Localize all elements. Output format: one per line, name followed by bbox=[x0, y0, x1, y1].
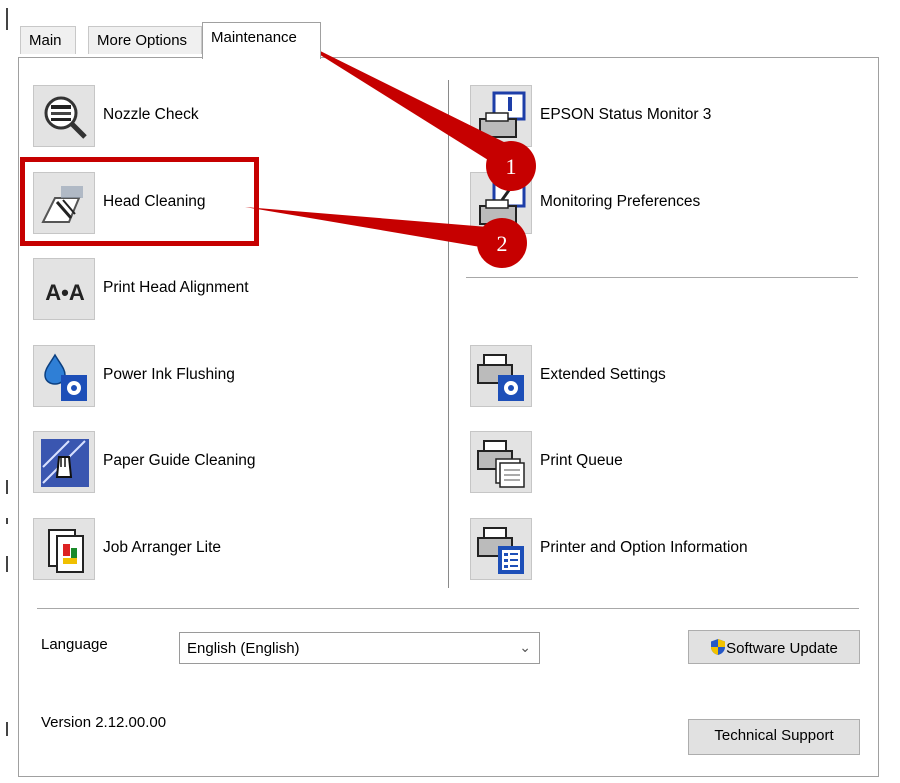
monitoring-preferences-label: Monitoring Preferences bbox=[540, 193, 701, 210]
power-ink-flushing-button[interactable]: Power Ink Flushing bbox=[33, 345, 433, 407]
job-arranger-icon bbox=[33, 518, 95, 580]
job-arranger-lite-button[interactable]: Job Arranger Lite bbox=[33, 518, 433, 580]
tab-more-options[interactable]: More Options bbox=[88, 26, 202, 54]
printer-option-information-label: Printer and Option Information bbox=[540, 539, 748, 556]
software-update-label: Software Update bbox=[726, 640, 838, 657]
column-divider bbox=[448, 80, 449, 588]
epson-status-monitor-button[interactable]: EPSON Status Monitor 3 bbox=[470, 85, 870, 147]
chevron-down-icon: ⌄ bbox=[519, 639, 531, 655]
status-monitor-icon bbox=[470, 85, 532, 147]
print-queue-button[interactable]: Print Queue bbox=[470, 431, 870, 493]
shield-icon bbox=[711, 639, 726, 655]
version-text: Version 2.12.00.00 bbox=[41, 714, 167, 731]
printer-info-icon bbox=[470, 518, 532, 580]
alignment-icon: A•A bbox=[33, 258, 95, 320]
window-edge-mark bbox=[6, 556, 8, 572]
window-edge-mark bbox=[6, 480, 8, 494]
printer-option-information-button[interactable]: Printer and Option Information bbox=[470, 518, 870, 580]
window-edge-mark bbox=[6, 722, 8, 736]
extended-settings-icon bbox=[470, 345, 532, 407]
paper-guide-cleaning-label: Paper Guide Cleaning bbox=[103, 452, 256, 469]
epson-status-monitor-label: EPSON Status Monitor 3 bbox=[540, 106, 712, 123]
job-arranger-lite-label: Job Arranger Lite bbox=[103, 539, 222, 556]
tab-maintenance[interactable]: Maintenance bbox=[202, 22, 321, 59]
ink-flushing-icon bbox=[33, 345, 95, 407]
language-select[interactable]: English (English) ⌄ bbox=[179, 632, 540, 664]
window-edge-mark bbox=[6, 518, 8, 524]
print-head-alignment-button[interactable]: A•A Print Head Alignment bbox=[33, 258, 433, 320]
software-update-button[interactable]: Software Update bbox=[688, 630, 860, 664]
print-head-alignment-label: Print Head Alignment bbox=[103, 279, 249, 296]
head-cleaning-highlight-box bbox=[20, 157, 259, 246]
nozzle-check-label: Nozzle Check bbox=[103, 106, 199, 123]
language-value: English (English) bbox=[187, 640, 300, 657]
technical-support-button[interactable]: Technical Support bbox=[688, 719, 860, 755]
print-queue-icon bbox=[470, 431, 532, 493]
alignment-icon-text: A•A bbox=[45, 280, 85, 305]
paper-guide-cleaning-icon bbox=[33, 431, 95, 493]
window-edge-mark bbox=[6, 8, 8, 30]
software-update-content: Software Update bbox=[710, 639, 838, 657]
print-queue-label: Print Queue bbox=[540, 452, 623, 469]
tab-main[interactable]: Main bbox=[20, 26, 76, 54]
power-ink-flushing-label: Power Ink Flushing bbox=[103, 366, 235, 383]
extended-settings-button[interactable]: Extended Settings bbox=[470, 345, 870, 407]
nozzle-check-button[interactable]: Nozzle Check bbox=[33, 85, 433, 147]
language-label: Language bbox=[41, 636, 108, 653]
monitoring-preferences-button[interactable]: Monitoring Preferences bbox=[470, 172, 870, 234]
nozzle-check-icon bbox=[33, 85, 95, 147]
extended-settings-label: Extended Settings bbox=[540, 366, 666, 383]
paper-guide-cleaning-button[interactable]: Paper Guide Cleaning bbox=[33, 431, 433, 493]
monitoring-preferences-icon bbox=[470, 172, 532, 234]
technical-support-label: Technical Support bbox=[714, 727, 834, 744]
bottom-divider bbox=[37, 608, 859, 609]
right-section-divider bbox=[466, 277, 858, 278]
